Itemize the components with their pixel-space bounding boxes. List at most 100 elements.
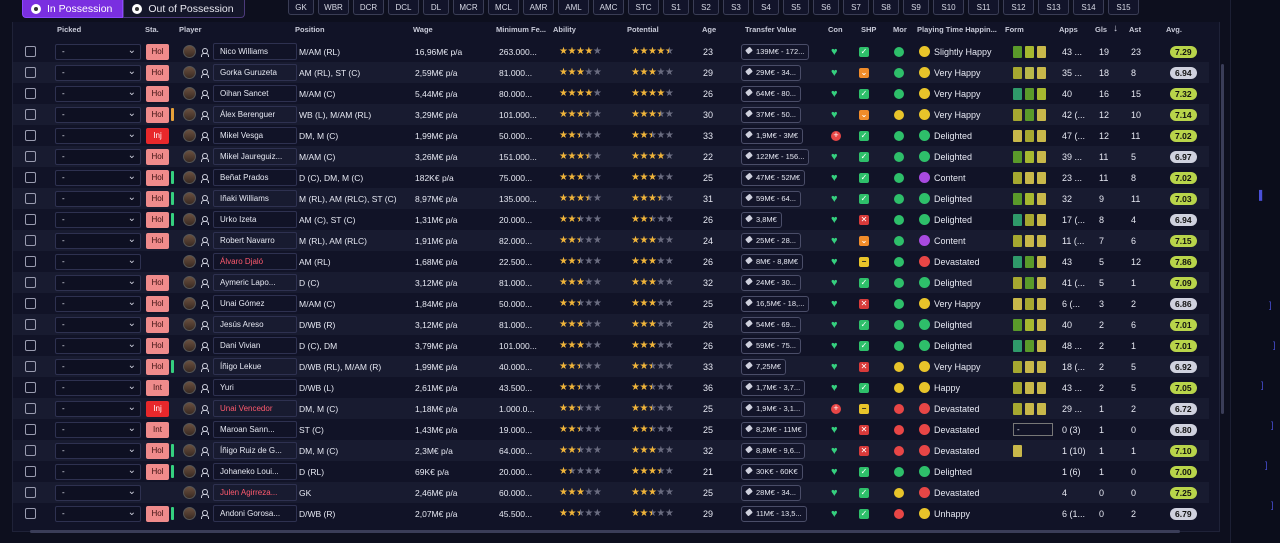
role-select[interactable]: - xyxy=(55,482,143,503)
picked-checkbox[interactable] xyxy=(25,335,37,356)
transfer-value[interactable]: 64M€ - 80... xyxy=(741,83,827,104)
transfer-value[interactable]: 28M€ - 34... xyxy=(741,482,827,503)
player-name[interactable]: Mikel Jaureguiz... xyxy=(213,146,299,167)
player-name[interactable]: Unai Vencedor xyxy=(213,398,299,419)
role-select[interactable]: - xyxy=(55,188,143,209)
position-filter-s5[interactable]: S5 xyxy=(783,0,809,15)
transfer-value[interactable]: 16,5M€ - 18,... xyxy=(741,293,827,314)
position-filter-s3[interactable]: S3 xyxy=(723,0,749,15)
picked-checkbox[interactable] xyxy=(25,41,37,62)
transfer-value[interactable]: 59M€ - 64... xyxy=(741,188,827,209)
col-average-rating[interactable]: Avg. xyxy=(1166,25,1182,34)
col-assists[interactable]: Ast xyxy=(1129,25,1141,34)
col-age[interactable]: Age xyxy=(702,25,716,34)
col-goals[interactable]: Gls xyxy=(1095,25,1107,34)
table-row[interactable]: -Hol Aymeric Lapo...D (C) 3,12M€ p/a 81.000… xyxy=(13,272,1209,293)
position-filter-aml[interactable]: AML xyxy=(558,0,589,15)
role-select[interactable]: - xyxy=(55,440,143,461)
transfer-value[interactable]: 8M€ - 8,8M€ xyxy=(741,251,827,272)
player-name[interactable]: Unai Gómez xyxy=(213,293,299,314)
position-filter-mcl[interactable]: MCL xyxy=(488,0,519,15)
player-name[interactable]: Julen Agirreza... xyxy=(213,482,299,503)
person-icon[interactable] xyxy=(201,461,211,482)
role-select[interactable]: - xyxy=(55,83,143,104)
transfer-value[interactable]: 11M€ - 13,5... xyxy=(741,503,827,524)
player-name[interactable]: Yuri xyxy=(213,377,299,398)
role-select[interactable]: - xyxy=(55,230,143,251)
picked-checkbox[interactable] xyxy=(25,230,37,251)
role-select[interactable]: - xyxy=(55,104,143,125)
table-row[interactable]: - Álvaro DjalóAM (RL) 1,68M€ p/a 22.500... ★… xyxy=(13,251,1209,272)
transfer-value[interactable]: 54M€ - 69... xyxy=(741,314,827,335)
col-playing-time-happiness[interactable]: Playing Time Happin... xyxy=(917,25,997,34)
position-filter-stc[interactable]: STC xyxy=(628,0,659,15)
player-name[interactable]: Urko Izeta xyxy=(213,209,299,230)
role-select[interactable]: - xyxy=(55,167,143,188)
person-icon[interactable] xyxy=(201,272,211,293)
player-name[interactable]: Álvaro Djaló xyxy=(213,251,299,272)
position-filter-amc[interactable]: AMC xyxy=(593,0,624,15)
transfer-value[interactable]: 25M€ - 28... xyxy=(741,230,827,251)
position-filter-amr[interactable]: AMR xyxy=(523,0,554,15)
player-name[interactable]: Íñigo Lekue xyxy=(213,356,299,377)
player-name[interactable]: Nico Williams xyxy=(213,41,299,62)
col-ability[interactable]: Ability xyxy=(553,25,576,34)
picked-checkbox[interactable] xyxy=(25,293,37,314)
position-filter-dcl[interactable]: DCL xyxy=(388,0,419,15)
transfer-value[interactable]: 47M€ - 52M€ xyxy=(741,167,827,188)
picked-checkbox[interactable] xyxy=(25,188,37,209)
position-filter-s7[interactable]: S7 xyxy=(843,0,869,15)
picked-checkbox[interactable] xyxy=(25,167,37,188)
person-icon[interactable] xyxy=(201,167,211,188)
col-position[interactable]: Position xyxy=(295,25,325,34)
role-select[interactable]: - xyxy=(55,125,143,146)
player-name[interactable]: Iñaki Williams xyxy=(213,188,299,209)
person-icon[interactable] xyxy=(201,419,211,440)
col-transfer-value[interactable]: Transfer Value xyxy=(745,25,796,34)
person-icon[interactable] xyxy=(201,209,211,230)
person-icon[interactable] xyxy=(201,482,211,503)
table-row[interactable]: -Hol Íñigo Ruiz de G...DM, M (C) 2,3M€ p/a… xyxy=(13,440,1209,461)
picked-checkbox[interactable] xyxy=(25,251,37,272)
transfer-value[interactable]: 24M€ - 30... xyxy=(741,272,827,293)
position-filter-s6[interactable]: S6 xyxy=(813,0,839,15)
role-select[interactable]: - xyxy=(55,251,143,272)
person-icon[interactable] xyxy=(201,41,211,62)
col-shp[interactable]: SHP xyxy=(861,25,876,34)
position-filter-s1[interactable]: S1 xyxy=(663,0,689,15)
transfer-value[interactable]: 1,7M€ - 3,7... xyxy=(741,377,827,398)
table-row[interactable]: -Hol Íñigo LekueD/WB (RL), M/AM (R) 1,99M€… xyxy=(13,356,1209,377)
transfer-value[interactable]: 8,2M€ - 11M€ xyxy=(741,419,827,440)
col-form[interactable]: Form xyxy=(1005,25,1024,34)
player-name[interactable]: Dani Vivian xyxy=(213,335,299,356)
col-status[interactable]: Sta. xyxy=(145,25,159,34)
vertical-scrollbar[interactable] xyxy=(1221,64,1224,414)
picked-checkbox[interactable] xyxy=(25,461,37,482)
col-wage[interactable]: Wage xyxy=(413,25,433,34)
position-filter-s2[interactable]: S2 xyxy=(693,0,719,15)
person-icon[interactable] xyxy=(201,146,211,167)
player-name[interactable]: Johaneko Loui... xyxy=(213,461,299,482)
role-select[interactable]: - xyxy=(55,356,143,377)
table-row[interactable]: -IntMaroan Sann...ST (C)1,43M€ p/a19.000… xyxy=(13,419,1209,440)
role-select[interactable]: - xyxy=(55,335,143,356)
col-contract[interactable]: Con xyxy=(828,25,843,34)
position-filter-dl[interactable]: DL xyxy=(423,0,449,15)
col-potential[interactable]: Potential xyxy=(627,25,659,34)
person-icon[interactable] xyxy=(201,188,211,209)
table-row[interactable]: -Hol Urko IzetaAM (C), ST (C) 1,31M€ p/a 20… xyxy=(13,209,1209,230)
picked-checkbox[interactable] xyxy=(25,482,37,503)
picked-checkbox[interactable] xyxy=(25,503,37,524)
table-row[interactable]: -Hol Beñat PradosD (C), DM, M (C) 182K€ p/… xyxy=(13,167,1209,188)
col-morale[interactable]: Mor xyxy=(893,25,907,34)
role-select[interactable]: - xyxy=(55,314,143,335)
position-filter-s8[interactable]: S8 xyxy=(873,0,899,15)
picked-checkbox[interactable] xyxy=(25,440,37,461)
person-icon[interactable] xyxy=(201,503,211,524)
table-row[interactable]: - Julen Agirreza...GK 2,46M€ p/a 60.000... ★… xyxy=(13,482,1209,503)
player-name[interactable]: Álex Berenguer xyxy=(213,104,299,125)
tab-in-possession[interactable]: In Possession xyxy=(22,0,124,18)
tab-out-of-possession[interactable]: Out of Possession xyxy=(123,0,245,18)
transfer-value[interactable]: 1,9M€ - 3,1... xyxy=(741,398,827,419)
position-filter-dcr[interactable]: DCR xyxy=(353,0,384,15)
